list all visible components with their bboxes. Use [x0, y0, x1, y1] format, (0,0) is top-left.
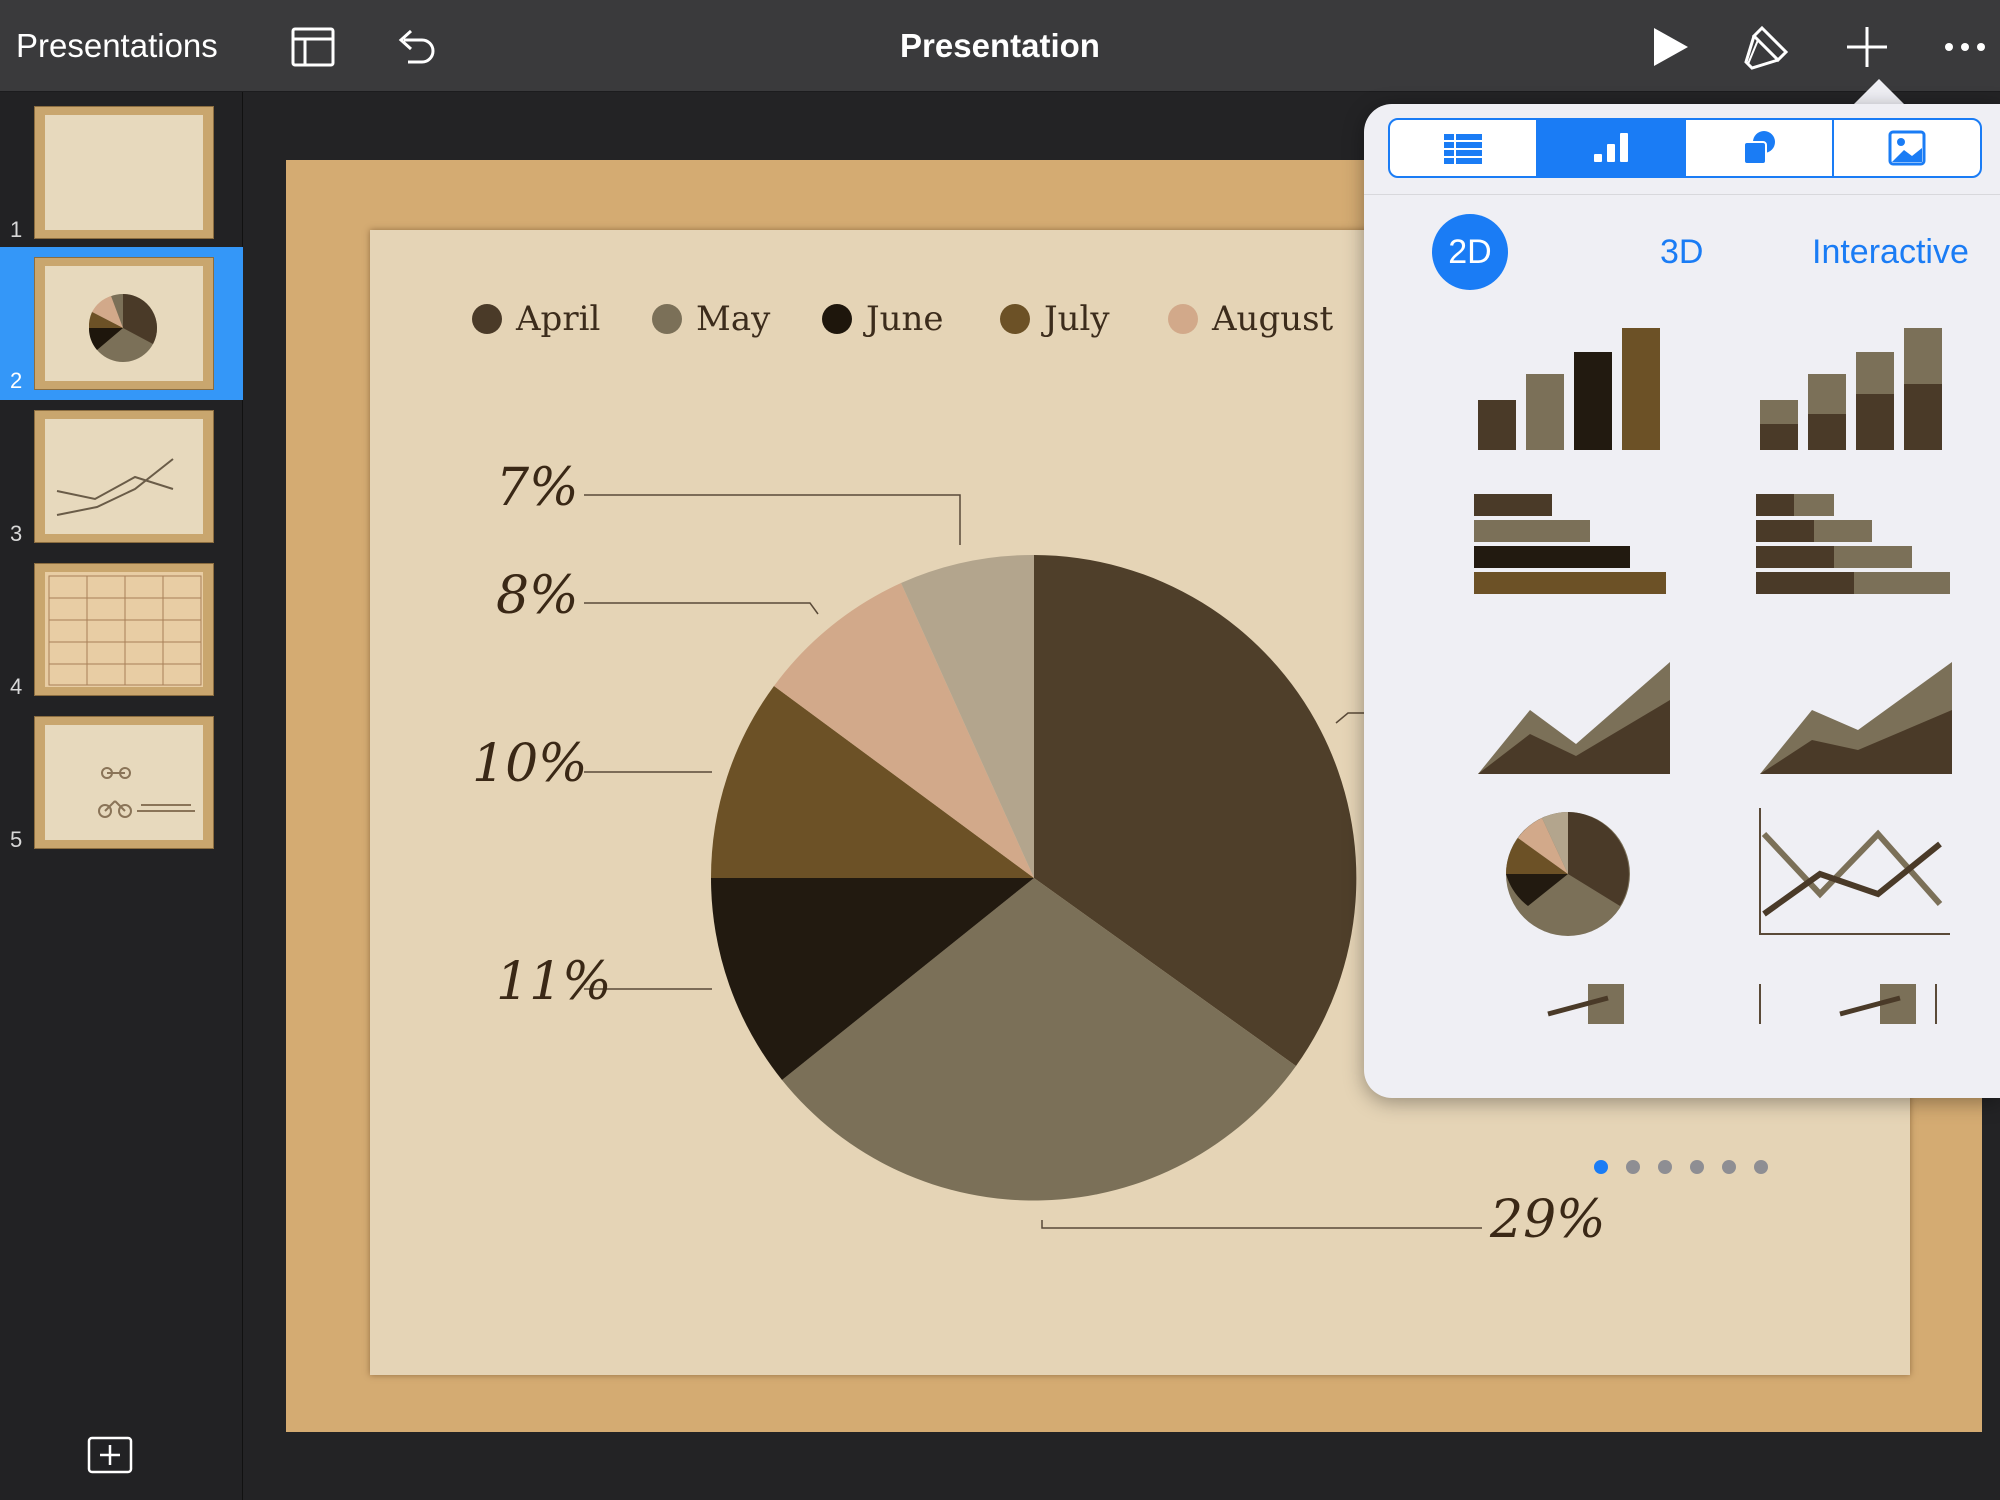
slide-thumbnail-image — [34, 563, 214, 696]
percent-label[interactable]: 29% — [1490, 1190, 1606, 1250]
legend-item-april[interactable]: April — [472, 296, 600, 342]
slide-number: 1 — [10, 217, 23, 242]
percent-label[interactable]: 10% — [472, 734, 588, 794]
chart-option-column[interactable] — [1458, 314, 1678, 464]
slide-thumbnail-image — [34, 257, 214, 390]
percent-label[interactable]: 11% — [496, 952, 612, 1012]
mode-3d-button[interactable]: 3D — [1660, 214, 1703, 290]
popover-arrow — [1853, 79, 1905, 105]
slide-number: 5 — [10, 827, 23, 852]
chart-option-partial-1[interactable] — [1458, 954, 1678, 1024]
format-brush-icon[interactable] — [1742, 22, 1792, 72]
tab-media[interactable] — [1834, 120, 1980, 176]
more-icon[interactable] — [1940, 22, 1990, 72]
slide-thumbnail-1[interactable]: 1 — [0, 96, 243, 249]
mode-interactive-button[interactable]: Interactive — [1812, 214, 1969, 290]
presentations-back-button[interactable]: Presentations — [16, 0, 218, 92]
slide-thumbnail-5[interactable]: 5 — [0, 706, 243, 859]
chart-option-pie[interactable] — [1458, 794, 1678, 944]
slide-thumbnail-3[interactable]: 3 — [0, 400, 243, 553]
slide-thumbnail-2[interactable]: 2 — [0, 247, 243, 400]
toolbar: Presentations Presentation — [0, 0, 2000, 92]
insert-chart-popover: 2D 3D Interactive — [1364, 104, 2000, 1174]
chart-icon — [1594, 133, 1628, 162]
legend-swatch — [1168, 304, 1198, 334]
slide-thumbnail-4[interactable]: 4 — [0, 553, 243, 706]
chart-option-bar[interactable] — [1458, 474, 1678, 624]
page-indicator-dot[interactable] — [1690, 1160, 1704, 1174]
legend-item-august[interactable]: August — [1168, 296, 1333, 342]
percent-label[interactable]: 7% — [496, 458, 579, 518]
tab-tables[interactable] — [1390, 120, 1538, 176]
slide-navigator: 1 2 3 4 5 — [0, 92, 243, 1500]
chart-option-partial-2[interactable] — [1740, 954, 1960, 1024]
page-indicator-dot[interactable] — [1754, 1160, 1768, 1174]
legend-item-july[interactable]: July — [1000, 296, 1110, 342]
legend-swatch — [652, 304, 682, 334]
legend-label: April — [516, 299, 601, 339]
play-icon[interactable] — [1644, 22, 1694, 72]
percent-label[interactable]: 8% — [496, 566, 579, 626]
slide-number: 2 — [10, 368, 23, 393]
page-indicator-dot[interactable] — [1594, 1160, 1608, 1174]
legend-swatch — [1000, 304, 1030, 334]
table-icon — [1444, 134, 1482, 164]
legend-label: June — [866, 299, 944, 339]
tab-charts[interactable] — [1538, 120, 1686, 176]
page-indicator-dot[interactable] — [1626, 1160, 1640, 1174]
media-icon — [1888, 130, 1926, 166]
slide-thumbnail-image — [34, 106, 214, 239]
add-icon[interactable] — [1842, 22, 1892, 72]
chart-option-line[interactable] — [1740, 794, 1960, 944]
undo-icon[interactable] — [390, 22, 440, 72]
divider — [1364, 194, 2000, 195]
page-indicator-dot[interactable] — [1658, 1160, 1672, 1174]
chart-option-stacked-column[interactable] — [1740, 314, 1960, 464]
shapes-icon — [1743, 131, 1775, 165]
slide-navigator-toggle-icon[interactable] — [288, 22, 338, 72]
legend-label: May — [696, 299, 771, 339]
slide-number: 3 — [10, 521, 23, 546]
mode-2d-button[interactable]: 2D — [1432, 214, 1508, 290]
slide-thumbnail-image — [34, 716, 214, 849]
legend-swatch — [822, 304, 852, 334]
chart-option-area[interactable] — [1458, 634, 1678, 784]
legend-swatch — [472, 304, 502, 334]
add-slide-button[interactable] — [87, 1436, 133, 1474]
page-indicator-dot[interactable] — [1722, 1160, 1736, 1174]
legend-label: July — [1044, 299, 1110, 339]
legend-item-june[interactable]: June — [822, 296, 944, 342]
slide-number: 4 — [10, 674, 23, 699]
slide-thumbnail-image — [34, 410, 214, 543]
legend-label: August — [1212, 299, 1334, 339]
insert-type-tabs — [1388, 118, 1982, 178]
chart-option-stacked-bar[interactable] — [1740, 474, 1960, 624]
tab-shapes[interactable] — [1686, 120, 1834, 176]
chart-option-stacked-area[interactable] — [1740, 634, 1960, 784]
legend-item-may[interactable]: May — [652, 296, 770, 342]
